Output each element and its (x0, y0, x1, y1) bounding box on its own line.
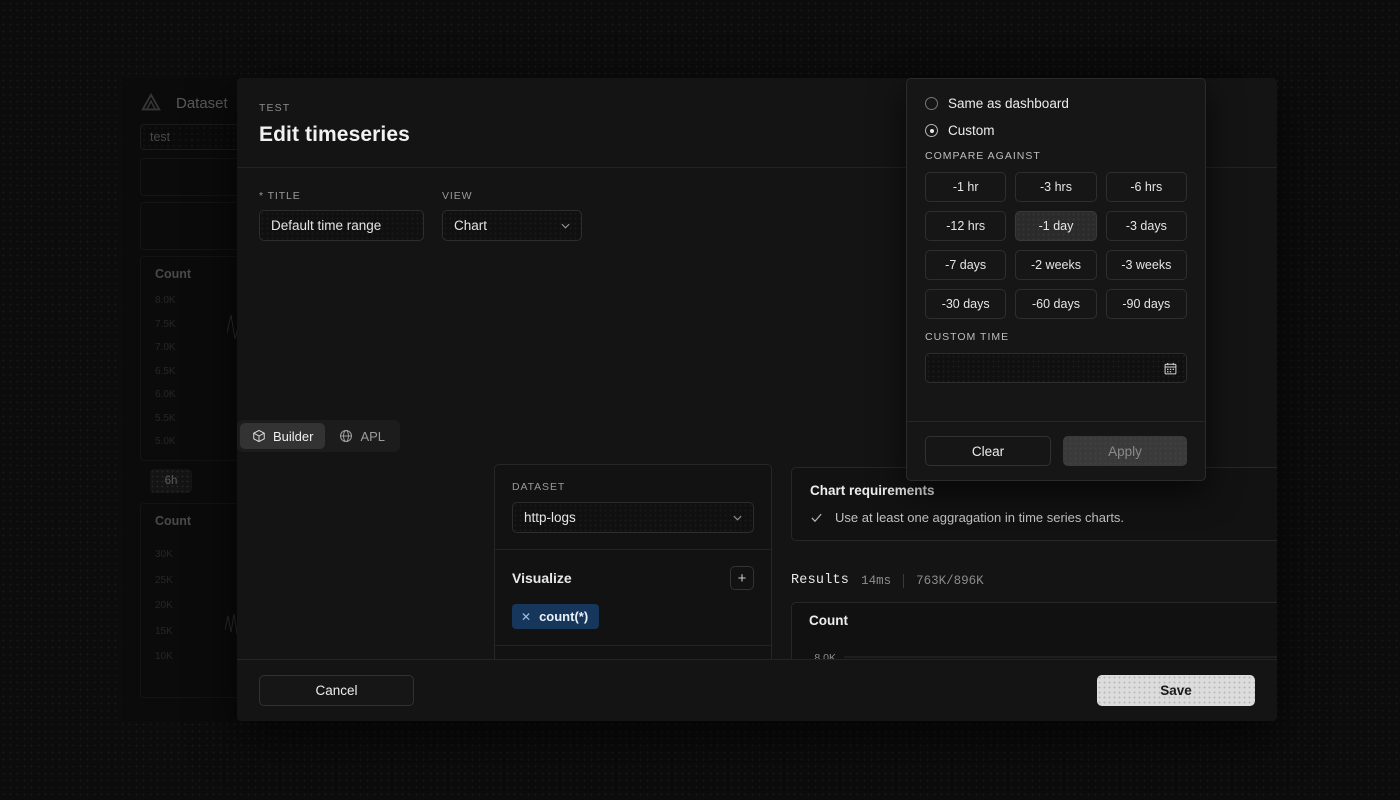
background-search-value: test (150, 130, 170, 144)
time-range-popover: Same as dashboard Custom COMPARE AGAINST… (906, 78, 1206, 481)
results-divider (903, 574, 904, 588)
option-label: Same as dashboard (948, 96, 1069, 111)
range-button[interactable]: -3 hrs (1015, 172, 1096, 202)
background-time-button[interactable]: 6h (150, 469, 192, 493)
tick: 15K (155, 619, 173, 645)
tab-builder-label: Builder (273, 429, 313, 444)
range-button[interactable]: -90 days (1106, 289, 1187, 319)
chart-requirements-title: Chart requirements (810, 483, 1277, 498)
title-input[interactable]: Default time range (259, 210, 424, 241)
tab-apl[interactable]: APL (327, 423, 397, 449)
custom-time-label: CUSTOM TIME (925, 331, 1187, 343)
tab-apl-label: APL (360, 429, 385, 444)
chart-canvas: 5.0K5.5K6.0K6.5K7.0K7.5K8.0K (792, 635, 1277, 659)
title-input-value: Default time range (271, 218, 381, 233)
tick: 10K (155, 644, 173, 670)
option-label: Custom (948, 123, 995, 138)
range-button[interactable]: -60 days (1015, 289, 1096, 319)
option-same-as-dashboard[interactable]: Same as dashboard (925, 96, 1187, 111)
chart-title: Count (809, 613, 848, 628)
range-button[interactable]: -12 hrs (925, 211, 1006, 241)
builder-panel: DATASET http-logs Visualize + (494, 464, 772, 659)
tick: 30K (155, 542, 173, 568)
range-button[interactable]: -1 hr (925, 172, 1006, 202)
popover-footer: Clear Apply (907, 421, 1205, 480)
mode-tabs: Builder APL (237, 420, 400, 452)
range-button[interactable]: -3 days (1106, 211, 1187, 241)
tick: 6.5K (155, 360, 176, 384)
tick: 7.0K (155, 336, 176, 360)
tab-builder[interactable]: Builder (240, 423, 325, 449)
results-chart: Count 5.0K5.5K6.0K6.5K7.0K7.5K8.0K (791, 602, 1277, 659)
dataset-select[interactable]: http-logs (512, 502, 754, 533)
tick: 5.0K (155, 430, 176, 454)
view-select-value: Chart (454, 218, 487, 233)
dataset-label: DATASET (512, 481, 754, 493)
radio-icon[interactable] (925, 97, 938, 110)
close-icon[interactable]: ✕ (521, 610, 531, 624)
save-button[interactable]: Save (1097, 675, 1255, 706)
background-title: Dataset (176, 95, 228, 112)
range-button[interactable]: -2 weeks (1015, 250, 1096, 280)
chevron-down-icon (560, 220, 571, 231)
filter-section: Filter Aa + Choose criteria to narrow yo… (495, 646, 771, 659)
add-visualization-button[interactable]: + (730, 566, 754, 590)
range-button[interactable]: -3 weeks (1106, 250, 1187, 280)
check-icon (810, 511, 823, 524)
modal-footer: Cancel Save (237, 659, 1277, 721)
radio-icon[interactable] (925, 124, 938, 137)
background-chart-1-yaxis: 8.0K 7.5K 7.0K 6.5K 6.0K 5.5K 5.0K (155, 289, 176, 454)
view-select[interactable]: Chart (442, 210, 582, 241)
globe-icon (339, 429, 353, 443)
background-chart-2-title: Count (155, 514, 191, 528)
title-field-label: * TITLE (259, 190, 424, 202)
tick: 8.0K (155, 289, 176, 313)
cube-icon (252, 429, 266, 443)
requirement-item: Use at least one aggragation in time ser… (810, 510, 1277, 525)
range-button-selected[interactable]: -1 day (1015, 211, 1096, 241)
compare-against-label: COMPARE AGAINST (925, 150, 1187, 162)
option-custom[interactable]: Custom (925, 123, 1187, 138)
range-button[interactable]: -30 days (925, 289, 1006, 319)
background-chart-2-yaxis: 30K 25K 20K 15K 10K (155, 542, 173, 670)
tick: 6.0K (155, 383, 176, 407)
calendar-icon[interactable] (1164, 362, 1177, 375)
range-button[interactable]: -7 days (925, 250, 1006, 280)
tick: 25K (155, 568, 173, 594)
tick: 5.5K (155, 407, 176, 431)
visualize-chip-label: count(*) (539, 609, 588, 624)
cancel-button[interactable]: Cancel (259, 675, 414, 706)
custom-time-input[interactable] (925, 353, 1187, 383)
visualize-actions: + (730, 566, 754, 590)
dataset-section: DATASET http-logs (495, 465, 771, 550)
screen-root: Dataset .dash-topbar > div{color:#5a5a5a… (0, 0, 1400, 800)
tick: 20K (155, 593, 173, 619)
mode-tab-group: Builder APL (492, 420, 655, 452)
requirement-text: Use at least one aggragation in time ser… (835, 510, 1124, 525)
apply-button[interactable]: Apply (1063, 436, 1187, 466)
chevron-down-icon (732, 512, 743, 523)
dataset-select-value: http-logs (524, 510, 576, 525)
visualize-section: Visualize + ✕ count(*) (495, 550, 771, 646)
range-button[interactable]: -6 hrs (1106, 172, 1187, 202)
title-field-group: * TITLE Default time range (259, 190, 424, 241)
clear-button[interactable]: Clear (925, 436, 1051, 466)
results-row: Results 14ms 763K/896K (791, 573, 1277, 588)
results-counts: 763K/896K (916, 574, 984, 588)
background-chart-1-title: Count (155, 267, 191, 281)
results-duration: 14ms (861, 574, 891, 588)
visualize-title: Visualize (512, 570, 572, 586)
visualize-chip[interactable]: ✕ count(*) (512, 604, 599, 629)
field-row: * TITLE Default time range VIEW Chart (259, 190, 582, 241)
popover-content: Same as dashboard Custom COMPARE AGAINST… (907, 79, 1205, 421)
results-label: Results (791, 573, 849, 588)
range-button-grid: -1 hr -3 hrs -6 hrs -12 hrs -1 day -3 da… (925, 172, 1187, 319)
tick: 7.5K (155, 313, 176, 337)
visualize-header: Visualize + (512, 566, 754, 590)
view-field-group: VIEW Chart (442, 190, 582, 241)
y-axis-tick-label: 8.0K (814, 652, 836, 659)
view-field-label: VIEW (442, 190, 582, 202)
axiom-logo-icon (140, 92, 162, 114)
